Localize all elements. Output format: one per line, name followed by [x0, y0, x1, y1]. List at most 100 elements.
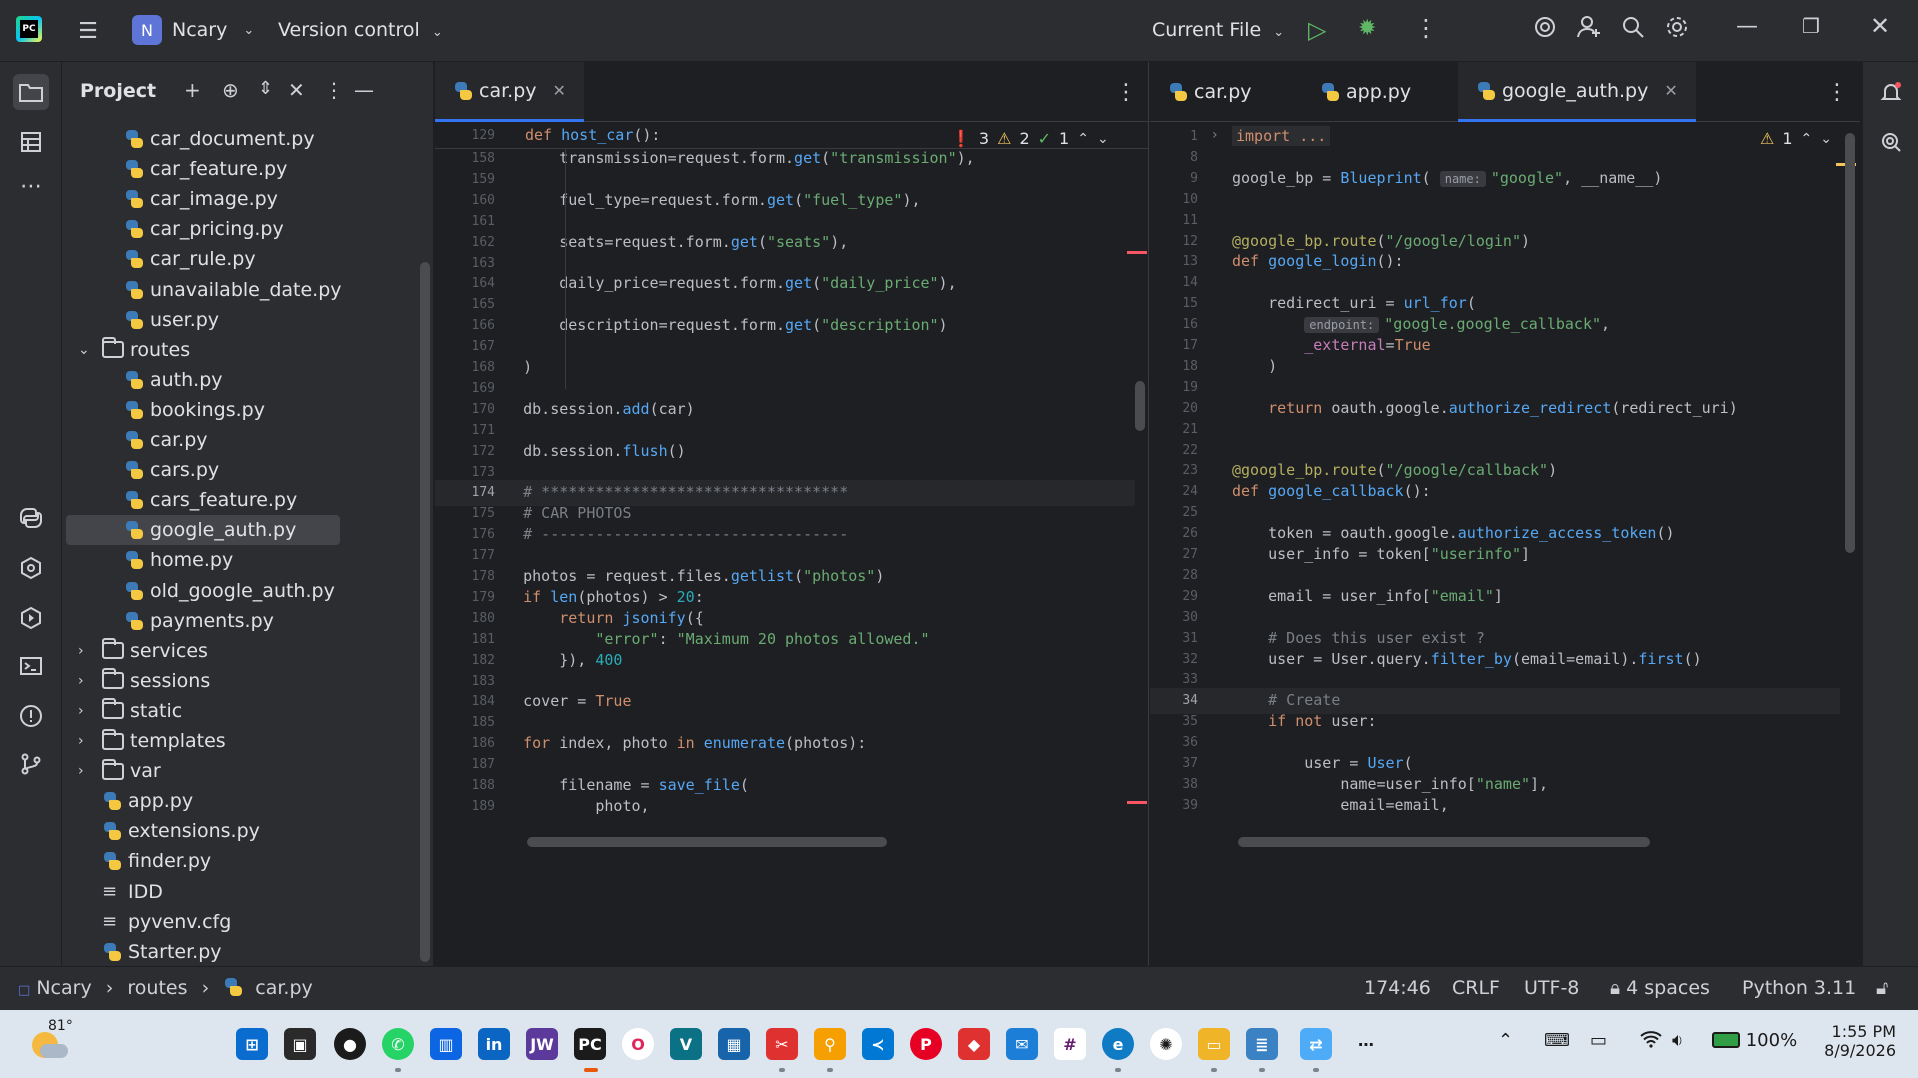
outlook-icon[interactable]: ✉	[1006, 1028, 1038, 1060]
more-apps-icon[interactable]: ⋯	[1350, 1028, 1382, 1060]
locate-file-icon[interactable]: ⊕	[222, 78, 239, 102]
breadcrumb-folder[interactable]: routes	[127, 977, 187, 999]
jw-icon[interactable]: JW	[526, 1028, 558, 1060]
restore-window-icon[interactable]: ❐	[1802, 14, 1820, 38]
ai-chat-icon[interactable]	[1873, 124, 1909, 160]
add-user-icon[interactable]	[1576, 14, 1602, 40]
expand-all-icon[interactable]: ⇕	[258, 78, 273, 99]
hide-panel-icon[interactable]: —	[354, 78, 374, 102]
editor-left-vscrollbar[interactable]	[1135, 381, 1145, 431]
minimize-window-icon[interactable]: —	[1736, 14, 1758, 39]
structure-icon[interactable]	[13, 124, 49, 160]
indent-setting[interactable]: 🔒︎ 4 spaces	[1610, 977, 1710, 999]
tree-item[interactable]: google_auth.py	[66, 515, 340, 546]
whatsapp-icon[interactable]: ✆	[382, 1028, 414, 1060]
tree-item[interactable]: car_document.py	[62, 124, 402, 154]
inspection-widget[interactable]: ⚠ 1 ⌃ ⌄	[1760, 129, 1832, 148]
ai-assistant-icon[interactable]	[1532, 14, 1558, 40]
tab-google-auth-py[interactable]: google_auth.py ✕	[1458, 62, 1696, 122]
editor-right-vscrollbar[interactable]	[1845, 133, 1855, 553]
tree-item[interactable]: ≡ IDD	[62, 877, 402, 907]
vscode-icon[interactable]: ≺	[862, 1028, 894, 1060]
notifications-icon[interactable]	[1873, 74, 1909, 110]
editor-left-hscrollbar[interactable]	[527, 837, 887, 847]
close-tab-icon[interactable]: ✕	[553, 81, 566, 100]
chevron-right-icon[interactable]: ›	[78, 763, 102, 779]
problems-icon[interactable]	[13, 698, 49, 734]
chevron-down-icon[interactable]: ⌄	[1097, 131, 1109, 147]
tree-item[interactable]: ⌄ routes	[62, 335, 402, 365]
linkedin-icon[interactable]: in	[478, 1028, 510, 1060]
gear-icon[interactable]	[1664, 14, 1690, 40]
tree-item[interactable]: unavailable_date.py	[62, 275, 402, 305]
tree-item[interactable]: cars.py	[62, 455, 402, 485]
trello-icon[interactable]: ▥	[430, 1028, 462, 1060]
fold-toggle-icon[interactable]: ›	[1212, 127, 1218, 143]
chatgpt-icon[interactable]: ✺	[1150, 1028, 1182, 1060]
caret-position[interactable]: 174:46	[1364, 977, 1431, 999]
tree-item[interactable]: app.py	[62, 786, 402, 816]
search-tool-icon[interactable]: ⚲	[814, 1028, 846, 1060]
file-encoding[interactable]: UTF-8	[1524, 977, 1579, 999]
collapse-all-icon[interactable]: ✕	[288, 78, 305, 102]
display-icon[interactable]: ▭	[1590, 1030, 1607, 1051]
run-tool-icon[interactable]	[13, 600, 49, 636]
tree-item[interactable]: ≡ pyvenv.cfg	[62, 907, 402, 937]
error-stripe-marker[interactable]	[1127, 251, 1147, 254]
tab-car-py[interactable]: car.py	[1150, 62, 1270, 122]
tree-item[interactable]: cars_feature.py	[62, 485, 402, 515]
tree-item[interactable]: bookings.py	[62, 395, 402, 425]
tree-item[interactable]: auth.py	[62, 365, 402, 395]
tree-item[interactable]: Starter.py	[62, 937, 402, 966]
python-packages-icon[interactable]	[13, 500, 49, 536]
git-icon[interactable]	[13, 746, 49, 782]
obs-icon[interactable]: ●	[334, 1028, 366, 1060]
breadcrumb-file[interactable]: car.py	[255, 977, 313, 999]
line-separator[interactable]: CRLF	[1452, 977, 1500, 999]
services-icon[interactable]	[13, 550, 49, 586]
clock[interactable]: 1:55 PM 8/9/2026	[1820, 1022, 1896, 1060]
more-actions-icon[interactable]: ⋮	[1414, 14, 1438, 42]
chevron-right-icon[interactable]: ›	[78, 703, 102, 719]
tree-item[interactable]: › sessions	[62, 666, 402, 696]
pinterest-icon[interactable]: P	[910, 1028, 942, 1060]
chevron-right-icon[interactable]: ›	[78, 673, 102, 689]
tree-item[interactable]: › var	[62, 756, 402, 786]
breadcrumb-project[interactable]: Ncary	[36, 977, 91, 999]
options-icon[interactable]: ⋮	[324, 78, 344, 102]
code-area-left[interactable]: 129 def host_car(): ❗ 3 ⚠ 2 ✓ 1 ⌃ ⌄ 158 tra…	[435, 123, 1148, 966]
tree-item[interactable]: car_pricing.py	[62, 214, 402, 244]
tree-item[interactable]: › static	[62, 696, 402, 726]
visual-studio-installer-icon[interactable]: V	[670, 1028, 702, 1060]
weather-widget[interactable]: 81°	[30, 1018, 73, 1064]
chevron-down-icon[interactable]: ⌄	[1820, 131, 1832, 147]
tree-item[interactable]: old_google_auth.py	[62, 576, 402, 606]
run-button[interactable]: ▷	[1308, 16, 1326, 44]
tree-item[interactable]: car_image.py	[62, 184, 402, 214]
translator-icon[interactable]: ⇄	[1300, 1028, 1332, 1060]
project-title[interactable]: Project	[80, 80, 156, 102]
editor-right-hscrollbar[interactable]	[1238, 837, 1650, 847]
python-interpreter[interactable]: Python 3.11	[1742, 977, 1856, 999]
tree-item[interactable]: › services	[62, 636, 402, 666]
tree-item[interactable]: car_rule.py	[62, 244, 402, 274]
read-only-lock-icon[interactable]: 🔓︎	[1876, 977, 1888, 999]
close-window-icon[interactable]: ✕	[1870, 12, 1890, 40]
tab-options-icon[interactable]: ⋮	[1115, 80, 1137, 105]
new-file-icon[interactable]: +	[184, 78, 201, 102]
tree-item[interactable]: user.py	[62, 305, 402, 335]
show-hidden-icons[interactable]: ⌃	[1498, 1030, 1513, 1051]
chevron-up-icon[interactable]: ⌃	[1801, 131, 1813, 147]
tab-options-icon[interactable]: ⋮	[1826, 80, 1848, 105]
run-configuration-select[interactable]: Current File ⌄	[1152, 19, 1284, 41]
wifi-icon[interactable]	[1640, 1030, 1662, 1053]
chevron-right-icon[interactable]: ›	[78, 733, 102, 749]
battery-indicator[interactable]: 100%	[1712, 1030, 1797, 1051]
tree-item[interactable]: car.py	[62, 425, 402, 455]
notepad-icon[interactable]: ≣	[1246, 1028, 1278, 1060]
file-explorer-icon[interactable]: ▭	[1198, 1028, 1230, 1060]
terminal-icon[interactable]	[13, 648, 49, 684]
chevron-down-icon[interactable]: ⌄	[78, 342, 102, 358]
tree-item[interactable]: finder.py	[62, 846, 402, 876]
project-tree-scrollbar[interactable]	[420, 262, 430, 962]
